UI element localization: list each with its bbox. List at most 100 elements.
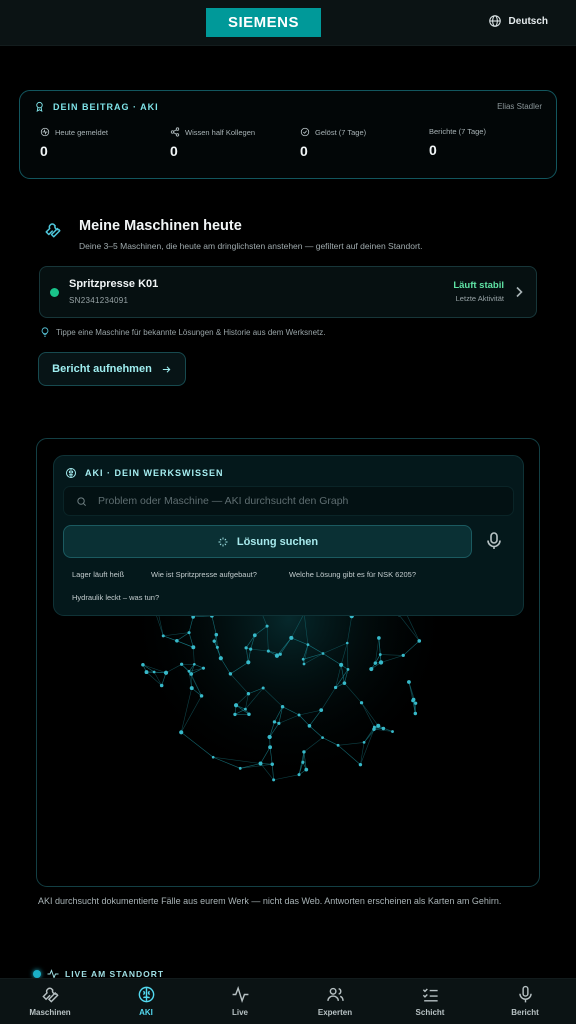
award-icon xyxy=(36,101,43,112)
stat-label: Gelöst (7 Tage) xyxy=(315,127,367,137)
nav-label: Maschinen xyxy=(29,1008,71,1017)
graph-node xyxy=(307,724,312,728)
nav-label: Experten xyxy=(317,1008,353,1017)
graph-node xyxy=(346,668,350,671)
suggestion-chip[interactable]: Wie ist Spritzpresse aufgebaut? xyxy=(151,570,257,579)
contribution-header: DEIN BEITRAG · AKI xyxy=(34,101,159,112)
graph-node xyxy=(277,721,281,725)
nav-item-aki[interactable]: AKI xyxy=(106,985,186,1017)
graph-node xyxy=(272,778,276,782)
graph-node xyxy=(297,773,301,777)
nav-item-shift[interactable]: Schicht xyxy=(390,985,470,1017)
graph-node xyxy=(179,730,184,735)
graph-node xyxy=(268,745,273,750)
graph-node xyxy=(321,736,324,740)
graph-node xyxy=(265,624,269,628)
pulse-icon xyxy=(232,985,248,1004)
graph-node xyxy=(191,645,196,650)
siemens-logo[interactable]: SIEMENS xyxy=(206,8,321,37)
wrench-icon xyxy=(41,987,59,1003)
chevron-right-icon xyxy=(516,286,523,298)
language-label: Deutsch xyxy=(508,15,548,27)
graph-node xyxy=(144,670,149,675)
checklist-icon xyxy=(422,988,438,1002)
graph-node xyxy=(401,653,405,658)
graph-node xyxy=(228,672,233,676)
graph-node xyxy=(159,683,164,688)
machines-title: Meine Maschinen heute xyxy=(79,218,242,234)
graph-node xyxy=(233,703,239,708)
graph-node xyxy=(152,670,156,674)
brain-icon xyxy=(66,468,76,478)
aki-header: AKI · DEIN WERKSWISSEN xyxy=(65,467,224,479)
stat-reports: Berichte (7 Tage) 0 xyxy=(429,127,554,158)
contribution-card: DEIN BEITRAG · AKI Elias Stadler Heute g… xyxy=(19,90,557,179)
graph-node xyxy=(214,632,219,637)
graph-node xyxy=(413,711,418,716)
graph-node xyxy=(215,645,219,649)
machines-subtitle: Deine 3–5 Maschinen, die heute am dringl… xyxy=(79,241,423,251)
graph-node xyxy=(333,685,338,690)
graph-node xyxy=(304,767,309,772)
contribution-title: DEIN BEITRAG · AKI xyxy=(53,101,159,112)
microphone-icon[interactable] xyxy=(486,532,502,550)
aki-search-input[interactable] xyxy=(98,495,498,507)
graph-node xyxy=(372,725,376,729)
find-solution-label: Lösung suchen xyxy=(236,535,319,548)
graph-node xyxy=(358,762,363,767)
graph-node xyxy=(246,692,251,696)
graph-node xyxy=(189,686,194,691)
language-switcher[interactable]: Deutsch xyxy=(488,14,548,28)
graph-node xyxy=(272,720,277,724)
stat-value: 0 xyxy=(170,143,178,159)
record-report-button[interactable]: Bericht aufnehmen xyxy=(38,352,186,386)
lightbulb-icon xyxy=(41,327,49,337)
graph-node xyxy=(378,660,384,665)
graph-node xyxy=(212,639,216,643)
nav-item-experts[interactable]: Experten xyxy=(295,985,375,1017)
graph-node xyxy=(336,743,340,747)
machine-last-activity: Letzte Aktivität xyxy=(455,294,504,303)
graph-node xyxy=(359,701,364,705)
machine-card[interactable]: Spritzpresse K01 SN2341234091 Läuft stab… xyxy=(39,266,537,318)
nav-item-report[interactable]: Bericht xyxy=(485,985,565,1017)
graph-node xyxy=(249,647,253,651)
globe-icon xyxy=(488,15,501,27)
machine-serial: SN2341234091 xyxy=(69,296,129,305)
graph-node xyxy=(141,663,145,667)
arrow-right-icon xyxy=(162,365,171,373)
machine-name: Spritzpresse K01 xyxy=(69,278,159,290)
graph-node xyxy=(270,762,274,767)
stat-solved: Gelöst (7 Tage) 0 xyxy=(300,127,425,160)
mic-icon xyxy=(518,985,532,1003)
status-dot xyxy=(50,288,59,297)
bottom-navigation: Maschinen AKI Live Experten Schicht Beri… xyxy=(0,978,576,1024)
graph-node xyxy=(211,755,215,759)
graph-node xyxy=(411,697,416,702)
nav-item-machines[interactable]: Maschinen xyxy=(10,985,90,1017)
graph-node xyxy=(244,646,248,650)
stat-value: 0 xyxy=(429,142,437,158)
graph-node xyxy=(261,686,265,690)
graph-node xyxy=(161,634,165,638)
tip-text: Tippe eine Maschine für bekannte Lösunge… xyxy=(56,327,326,337)
graph-node xyxy=(339,662,344,667)
graph-node xyxy=(266,649,270,653)
graph-node xyxy=(378,653,382,656)
graph-node xyxy=(306,643,310,647)
suggestion-chip[interactable]: Hydraulik leckt – was tun? xyxy=(72,593,159,602)
search-icon xyxy=(77,496,86,506)
graph-node xyxy=(258,761,263,766)
suggestion-chip[interactable]: Lager läuft heiß xyxy=(72,570,124,579)
suggestion-chip[interactable]: Welche Lösung gibt es für NSK 6205? xyxy=(289,570,416,579)
aki-search-box[interactable] xyxy=(63,486,514,516)
graph-node xyxy=(407,680,411,684)
find-solution-button[interactable]: Lösung suchen xyxy=(63,525,472,558)
graph-node xyxy=(187,669,191,673)
graph-node xyxy=(345,641,349,645)
nav-label: Live xyxy=(231,1008,248,1017)
graph-node xyxy=(267,734,272,740)
graph-node xyxy=(189,672,194,676)
top-bar: SIEMENS Deutsch xyxy=(0,0,576,46)
nav-item-live[interactable]: Live xyxy=(200,985,280,1017)
